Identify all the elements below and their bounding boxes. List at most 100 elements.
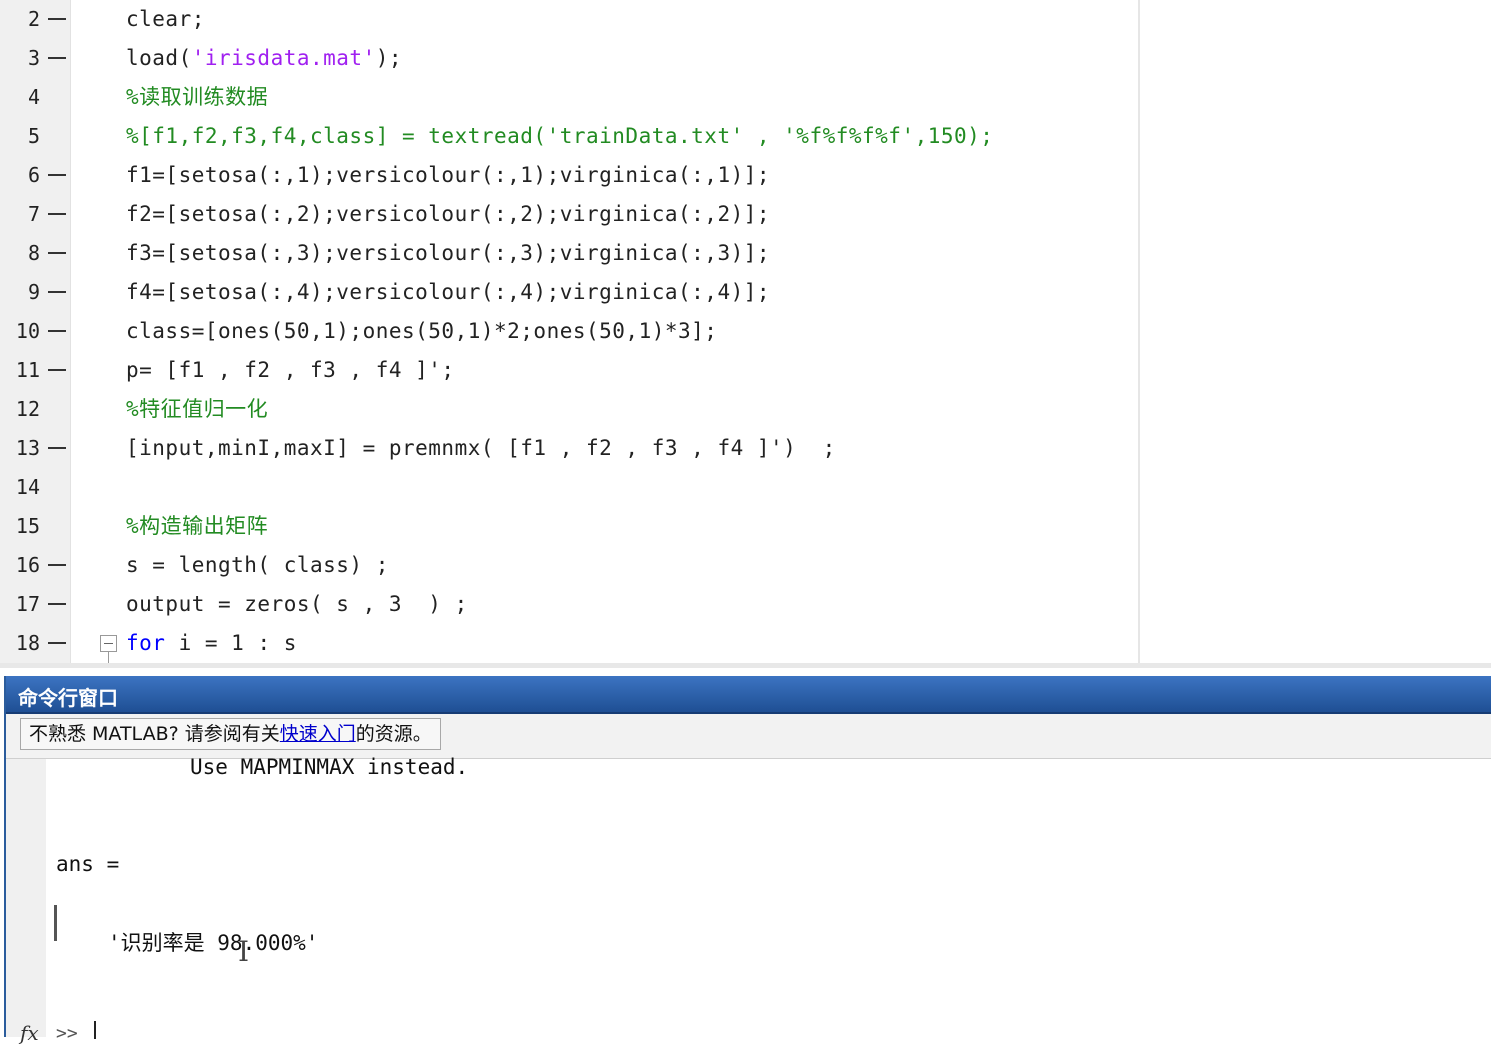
breakpoint-dash-icon[interactable] [48, 369, 66, 371]
code-text[interactable]: s = length( class) ; [126, 546, 389, 585]
code-line[interactable]: 8 f3=[setosa(:,3);versicolour(:,3);virgin… [0, 234, 1138, 273]
line-number: 18 [15, 631, 40, 655]
code-text[interactable]: f4=[setosa(:,4);versicolour(:,4);virgini… [126, 273, 770, 312]
breakpoint-dash-icon[interactable] [48, 57, 66, 59]
breakpoint-dash-icon[interactable] [48, 213, 66, 215]
code-token: output = zeros( s , 3 ) ; [126, 592, 468, 616]
code-line[interactable]: 13 [input,minI,maxI] = premnmx( [f1 , f2 … [0, 429, 1138, 468]
code-text[interactable]: load('irisdata.mat'); [126, 39, 402, 78]
code-token: i = 1 : s [165, 631, 297, 655]
info-bar: 不熟悉 MATLAB? 请参阅有关快速入门的资源。 [6, 714, 1491, 759]
breakpoint-dash-icon[interactable] [48, 18, 66, 20]
breakpoint-dash-icon[interactable] [48, 174, 66, 176]
code-fold-toggle-icon[interactable] [100, 635, 117, 652]
comment-text: %特征值归一化 [126, 397, 269, 421]
line-number: 9 [27, 280, 40, 304]
code-line[interactable]: 9 f4=[setosa(:,4);versicolour(:,4);virgin… [0, 273, 1138, 312]
breakpoint-dash-icon[interactable] [48, 330, 66, 332]
line-number: 15 [15, 514, 40, 538]
keyword: for [126, 631, 166, 655]
line-number: 10 [15, 319, 40, 343]
code-line[interactable]: 14 [0, 468, 1138, 507]
breakpoint-dash-icon[interactable] [48, 447, 66, 449]
comment-text: %构造输出矩阵 [126, 514, 269, 538]
string-literal: 'irisdata.mat' [191, 46, 376, 70]
code-editor[interactable]: 2 clear; 3 load('irisdata.mat'); 4 %读取训练数据 5 %[… [0, 0, 1491, 668]
line-number: 6 [27, 163, 40, 187]
function-browser-icon[interactable]: fx [20, 1021, 39, 1045]
code-token: f4=[setosa(:,4);versicolour(:,4);virgini… [126, 280, 771, 304]
input-caret[interactable] [94, 1021, 96, 1039]
breakpoint-dash-icon[interactable] [48, 291, 66, 293]
command-window-title: 命令行窗口 [18, 686, 118, 710]
code-line[interactable]: 5 %[f1,f2,f3,f4,class] = textread('trainD… [0, 117, 1138, 156]
code-line[interactable]: 17 output = zeros( s , 3 ) ; [0, 585, 1138, 624]
code-text[interactable]: for i = 1 : s [126, 624, 297, 663]
notice-suffix: 的资源。 [355, 723, 432, 745]
code-line[interactable]: 2 clear; [0, 0, 1138, 39]
code-token: clear; [126, 7, 205, 31]
code-text[interactable]: [input,minI,maxI] = premnmx( [f1 , f2 , … [126, 429, 836, 468]
code-token: ); [375, 46, 403, 70]
command-output-area[interactable]: Use MAPMINMAX instead. I ans = '识别率是 98.… [6, 755, 1491, 1045]
command-window[interactable]: 命令行窗口 不熟悉 MATLAB? 请参阅有关快速入门的资源。 Use MAPM… [4, 676, 1491, 1045]
code-text[interactable]: clear; [126, 0, 205, 39]
code-token: s = length( class) ; [126, 553, 389, 577]
command-window-titlebar[interactable]: 命令行窗口 [6, 676, 1491, 714]
line-number: 5 [27, 124, 40, 148]
line-number: 4 [27, 85, 40, 109]
getting-started-notice: 不熟悉 MATLAB? 请参阅有关快速入门的资源。 [20, 718, 441, 750]
code-line[interactable]: 10 class=[ones(50,1);ones(50,1)*2;ones(50… [0, 312, 1138, 351]
code-text[interactable]: %[f1,f2,f3,f4,class] = textread('trainDa… [126, 117, 993, 156]
code-text[interactable]: p= [f1 , f2 , f3 , f4 ]'; [126, 351, 455, 390]
line-number: 17 [15, 592, 40, 616]
right-text-margin [1138, 0, 1140, 668]
code-text[interactable]: %读取训练数据 [126, 78, 268, 117]
code-line[interactable]: 18 for i = 1 : s [0, 624, 1138, 663]
quick-start-link[interactable]: 快速入门 [280, 723, 356, 745]
code-line[interactable]: 15 %构造输出矩阵 [0, 507, 1138, 546]
code-text[interactable]: %特征值归一化 [126, 390, 268, 429]
comment-text: %[f1,f2,f3,f4,class] = textread('trainDa… [126, 124, 994, 148]
line-number: 7 [27, 202, 40, 226]
code-token: load( [126, 46, 192, 70]
breakpoint-dash-icon[interactable] [48, 642, 66, 644]
breakpoint-dash-icon[interactable] [48, 603, 66, 605]
code-text[interactable]: %构造输出矩阵 [126, 507, 268, 546]
code-line[interactable]: 7 f2=[setosa(:,2);versicolour(:,2);virgin… [0, 195, 1138, 234]
code-line[interactable]: 11 p= [f1 , f2 , f3 , f4 ]'; [0, 351, 1138, 390]
ans-label: ans = [56, 852, 120, 876]
code-token: p= [f1 , f2 , f3 , f4 ]'; [126, 358, 455, 382]
code-token: class=[ones(50,1);ones(50,1)*2;ones(50,1… [126, 319, 718, 343]
breakpoint-dash-icon[interactable] [48, 564, 66, 566]
command-prompt: >> [56, 1023, 78, 1044]
line-number: 8 [27, 241, 40, 265]
code-line[interactable]: 4 %读取训练数据 [0, 78, 1138, 117]
code-token: f2=[setosa(:,2);versicolour(:,2);virgini… [126, 202, 771, 226]
line-number: 14 [15, 475, 40, 499]
line-number: 3 [27, 46, 40, 70]
code-text[interactable]: class=[ones(50,1);ones(50,1)*2;ones(50,1… [126, 312, 717, 351]
notice-prefix: 不熟悉 MATLAB? 请参阅有关 [29, 723, 280, 745]
result-string: '识别率是 98.000%' [108, 931, 319, 955]
code-text[interactable]: f2=[setosa(:,2);versicolour(:,2);virgini… [126, 195, 770, 234]
code-token: f3=[setosa(:,3);versicolour(:,3);virgini… [126, 241, 771, 265]
line-number: 13 [15, 436, 40, 460]
code-line[interactable]: 12 %特征值归一化 [0, 390, 1138, 429]
code-text[interactable]: f3=[setosa(:,3);versicolour(:,3);virgini… [126, 234, 770, 273]
comment-text: %读取训练数据 [126, 85, 269, 109]
command-gutter [6, 759, 46, 1037]
selection-marker [54, 905, 57, 941]
line-number: 12 [15, 397, 40, 421]
code-text[interactable]: f1=[setosa(:,1);versicolour(:,1);virgini… [126, 156, 770, 195]
line-number: 2 [27, 7, 40, 31]
warning-text: Use MAPMINMAX instead. [190, 755, 469, 779]
line-number: 16 [15, 553, 40, 577]
line-number: 11 [15, 358, 40, 382]
code-line[interactable]: 3 load('irisdata.mat'); [0, 39, 1138, 78]
breakpoint-dash-icon[interactable] [48, 252, 66, 254]
code-line[interactable]: 6 f1=[setosa(:,1);versicolour(:,1);virgin… [0, 156, 1138, 195]
code-text[interactable]: output = zeros( s , 3 ) ; [126, 585, 468, 624]
code-line[interactable]: 16 s = length( class) ; [0, 546, 1138, 585]
editor-splitter[interactable] [0, 663, 1491, 668]
